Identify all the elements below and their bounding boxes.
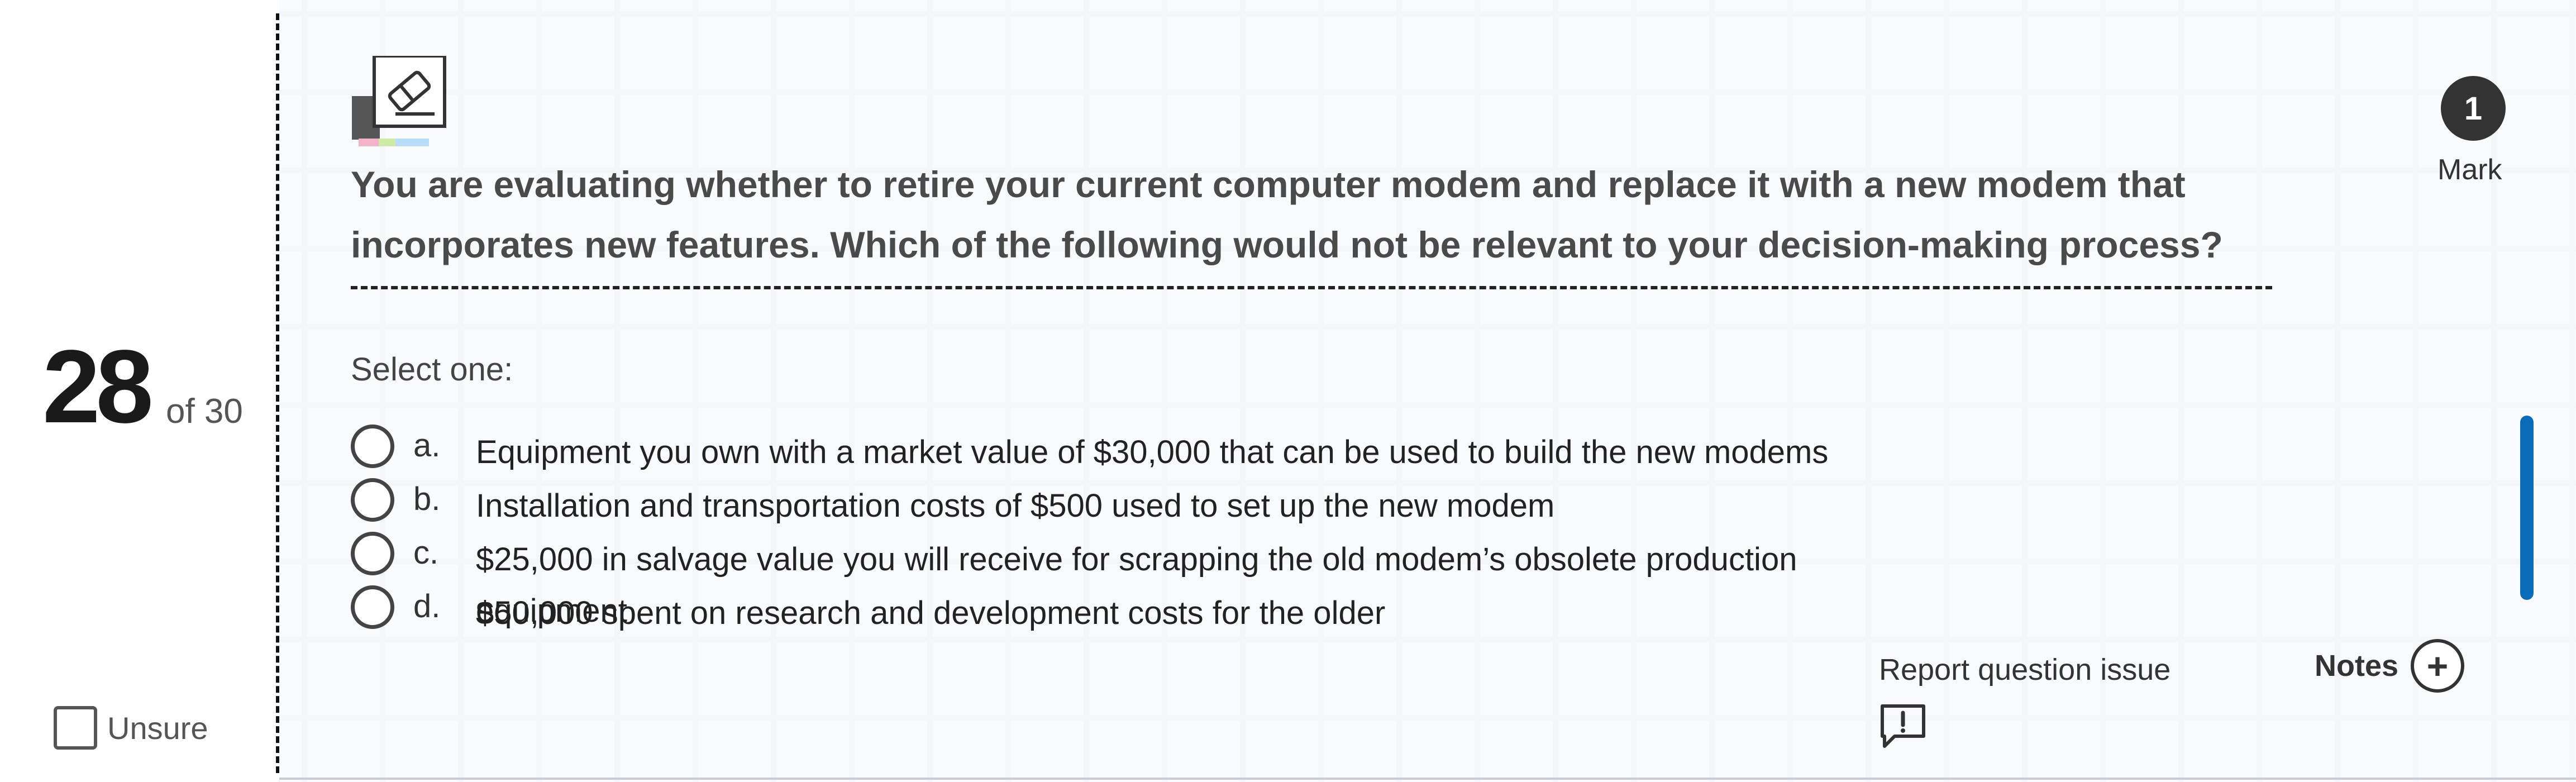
radio-a[interactable]	[351, 425, 394, 468]
radio-c[interactable]	[351, 532, 394, 575]
radio-b[interactable]	[351, 478, 394, 522]
eraser-tool-icon[interactable]	[352, 56, 447, 156]
notes-button[interactable]: Notes +	[2315, 639, 2465, 693]
option-letter: b.	[413, 481, 441, 517]
option-letter: d.	[413, 588, 441, 624]
question-number: 28	[42, 329, 154, 445]
question-underline	[351, 286, 2272, 289]
option-text: Equipment you own with a market value of…	[476, 434, 1829, 470]
panel-bottom-rule	[279, 778, 2576, 780]
plus-icon[interactable]: +	[2411, 639, 2465, 693]
mark-badge: 1	[2441, 76, 2506, 141]
report-issue-icon[interactable]	[1879, 703, 1927, 751]
question-panel	[279, 0, 2576, 782]
option-letter: a.	[413, 427, 441, 464]
option-text: Installation and transportation costs of…	[476, 488, 1555, 524]
question-counter-column: 28 of 30 Unsure	[0, 0, 276, 782]
report-label: Report question issue	[1879, 653, 2171, 686]
question-text: You are evaluating whether to retire you…	[351, 164, 2223, 265]
option-letter: c.	[413, 535, 439, 571]
mark-label: Mark	[2437, 154, 2502, 186]
question-total: of 30	[166, 392, 243, 431]
report-question-issue-button[interactable]: Report question issue	[1879, 652, 2170, 751]
unsure-checkbox[interactable]	[54, 706, 97, 750]
option-text: $50,000 spent on research and developmen…	[476, 595, 1386, 631]
panel-background	[279, 0, 2576, 782]
unsure-label: Unsure	[107, 710, 208, 746]
select-instruction: Select one:	[351, 351, 513, 388]
quiz-page: 28 of 30 Unsure You are evaluating wheth…	[0, 0, 2576, 782]
radio-d[interactable]	[351, 585, 394, 629]
unsure-toggle[interactable]: Unsure	[54, 706, 208, 750]
notes-label: Notes	[2315, 649, 2399, 683]
scrollbar-thumb[interactable]	[2520, 416, 2534, 600]
